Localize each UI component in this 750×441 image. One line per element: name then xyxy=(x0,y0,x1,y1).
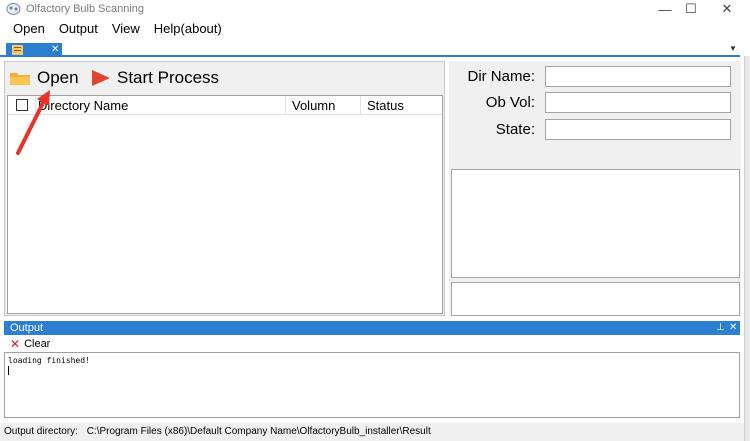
column-status[interactable]: Status xyxy=(361,96,442,115)
menu-view[interactable]: View xyxy=(105,18,147,40)
menu-output[interactable]: Output xyxy=(52,18,105,40)
info-area[interactable] xyxy=(451,282,740,316)
window-edge xyxy=(744,56,750,441)
folder-icon xyxy=(10,73,30,85)
open-button[interactable]: Open xyxy=(9,68,79,88)
preview-area[interactable] xyxy=(451,169,740,278)
output-log-text: loading finished! xyxy=(8,356,90,365)
state-label: State: xyxy=(495,121,535,138)
status-bar: Output directory: C:\Program Files (x86)… xyxy=(0,423,750,441)
menu-open[interactable]: Open xyxy=(6,18,52,40)
select-all-column xyxy=(8,96,36,115)
window-title: Olfactory Bulb Scanning xyxy=(26,3,145,15)
pin-icon[interactable]: ⊥ xyxy=(716,321,725,335)
ob-vol-row: Ob Vol: xyxy=(449,92,741,113)
ob-vol-field[interactable] xyxy=(545,92,731,113)
start-process-label: Start Process xyxy=(117,68,220,87)
dir-name-label: Dir Name: xyxy=(467,68,535,85)
state-row: State: xyxy=(449,119,741,140)
menu-bar: Open Output View Help(about) xyxy=(0,18,750,40)
clear-icon: ✕ xyxy=(10,337,21,351)
text-caret xyxy=(8,366,9,375)
output-log[interactable]: loading finished! xyxy=(4,352,740,418)
app-icon xyxy=(6,3,21,15)
output-close-icon[interactable]: ✕ xyxy=(729,321,737,335)
details-panel: Dir Name: Ob Vol: State: xyxy=(449,61,741,316)
output-panel-header: Output ⊥ ✕ xyxy=(4,321,740,335)
title-bar: Olfactory Bulb Scanning — ☐ ✕ xyxy=(0,0,750,18)
column-volumn[interactable]: Volumn xyxy=(286,96,361,115)
close-button[interactable]: ✕ xyxy=(704,0,750,18)
clear-button-label: Clear xyxy=(24,338,51,350)
output-panel-title: Output xyxy=(10,322,44,334)
select-all-checkbox[interactable] xyxy=(16,99,28,111)
dir-name-field[interactable] xyxy=(545,66,731,87)
state-field[interactable] xyxy=(545,119,731,140)
tab-dropdown-icon[interactable]: ▼ xyxy=(729,44,737,53)
directory-list[interactable]: Directory Name Volumn Status xyxy=(7,95,443,314)
directory-panel: Open Start Process Directory Name Volumn… xyxy=(4,61,445,316)
document-icon xyxy=(12,45,23,55)
list-header: Directory Name Volumn Status xyxy=(8,96,442,115)
output-directory-path: C:\Program Files (x86)\Default Company N… xyxy=(86,426,431,437)
clear-button[interactable]: ✕ Clear xyxy=(10,337,50,351)
output-directory-label: Output directory: xyxy=(4,426,78,437)
play-icon xyxy=(92,70,110,86)
output-toolbar: ✕ Clear xyxy=(4,336,740,352)
close-icon: ✕ xyxy=(721,1,733,16)
start-process-button[interactable]: Start Process xyxy=(91,68,219,88)
dir-name-row: Dir Name: xyxy=(449,66,741,87)
tab-strip-underline xyxy=(0,55,740,57)
column-directory-name[interactable]: Directory Name xyxy=(36,96,286,115)
maximize-icon: ☐ xyxy=(685,1,697,16)
ob-vol-label: Ob Vol: xyxy=(485,94,535,111)
menu-help[interactable]: Help(about) xyxy=(147,18,229,40)
open-button-label: Open xyxy=(37,68,79,87)
